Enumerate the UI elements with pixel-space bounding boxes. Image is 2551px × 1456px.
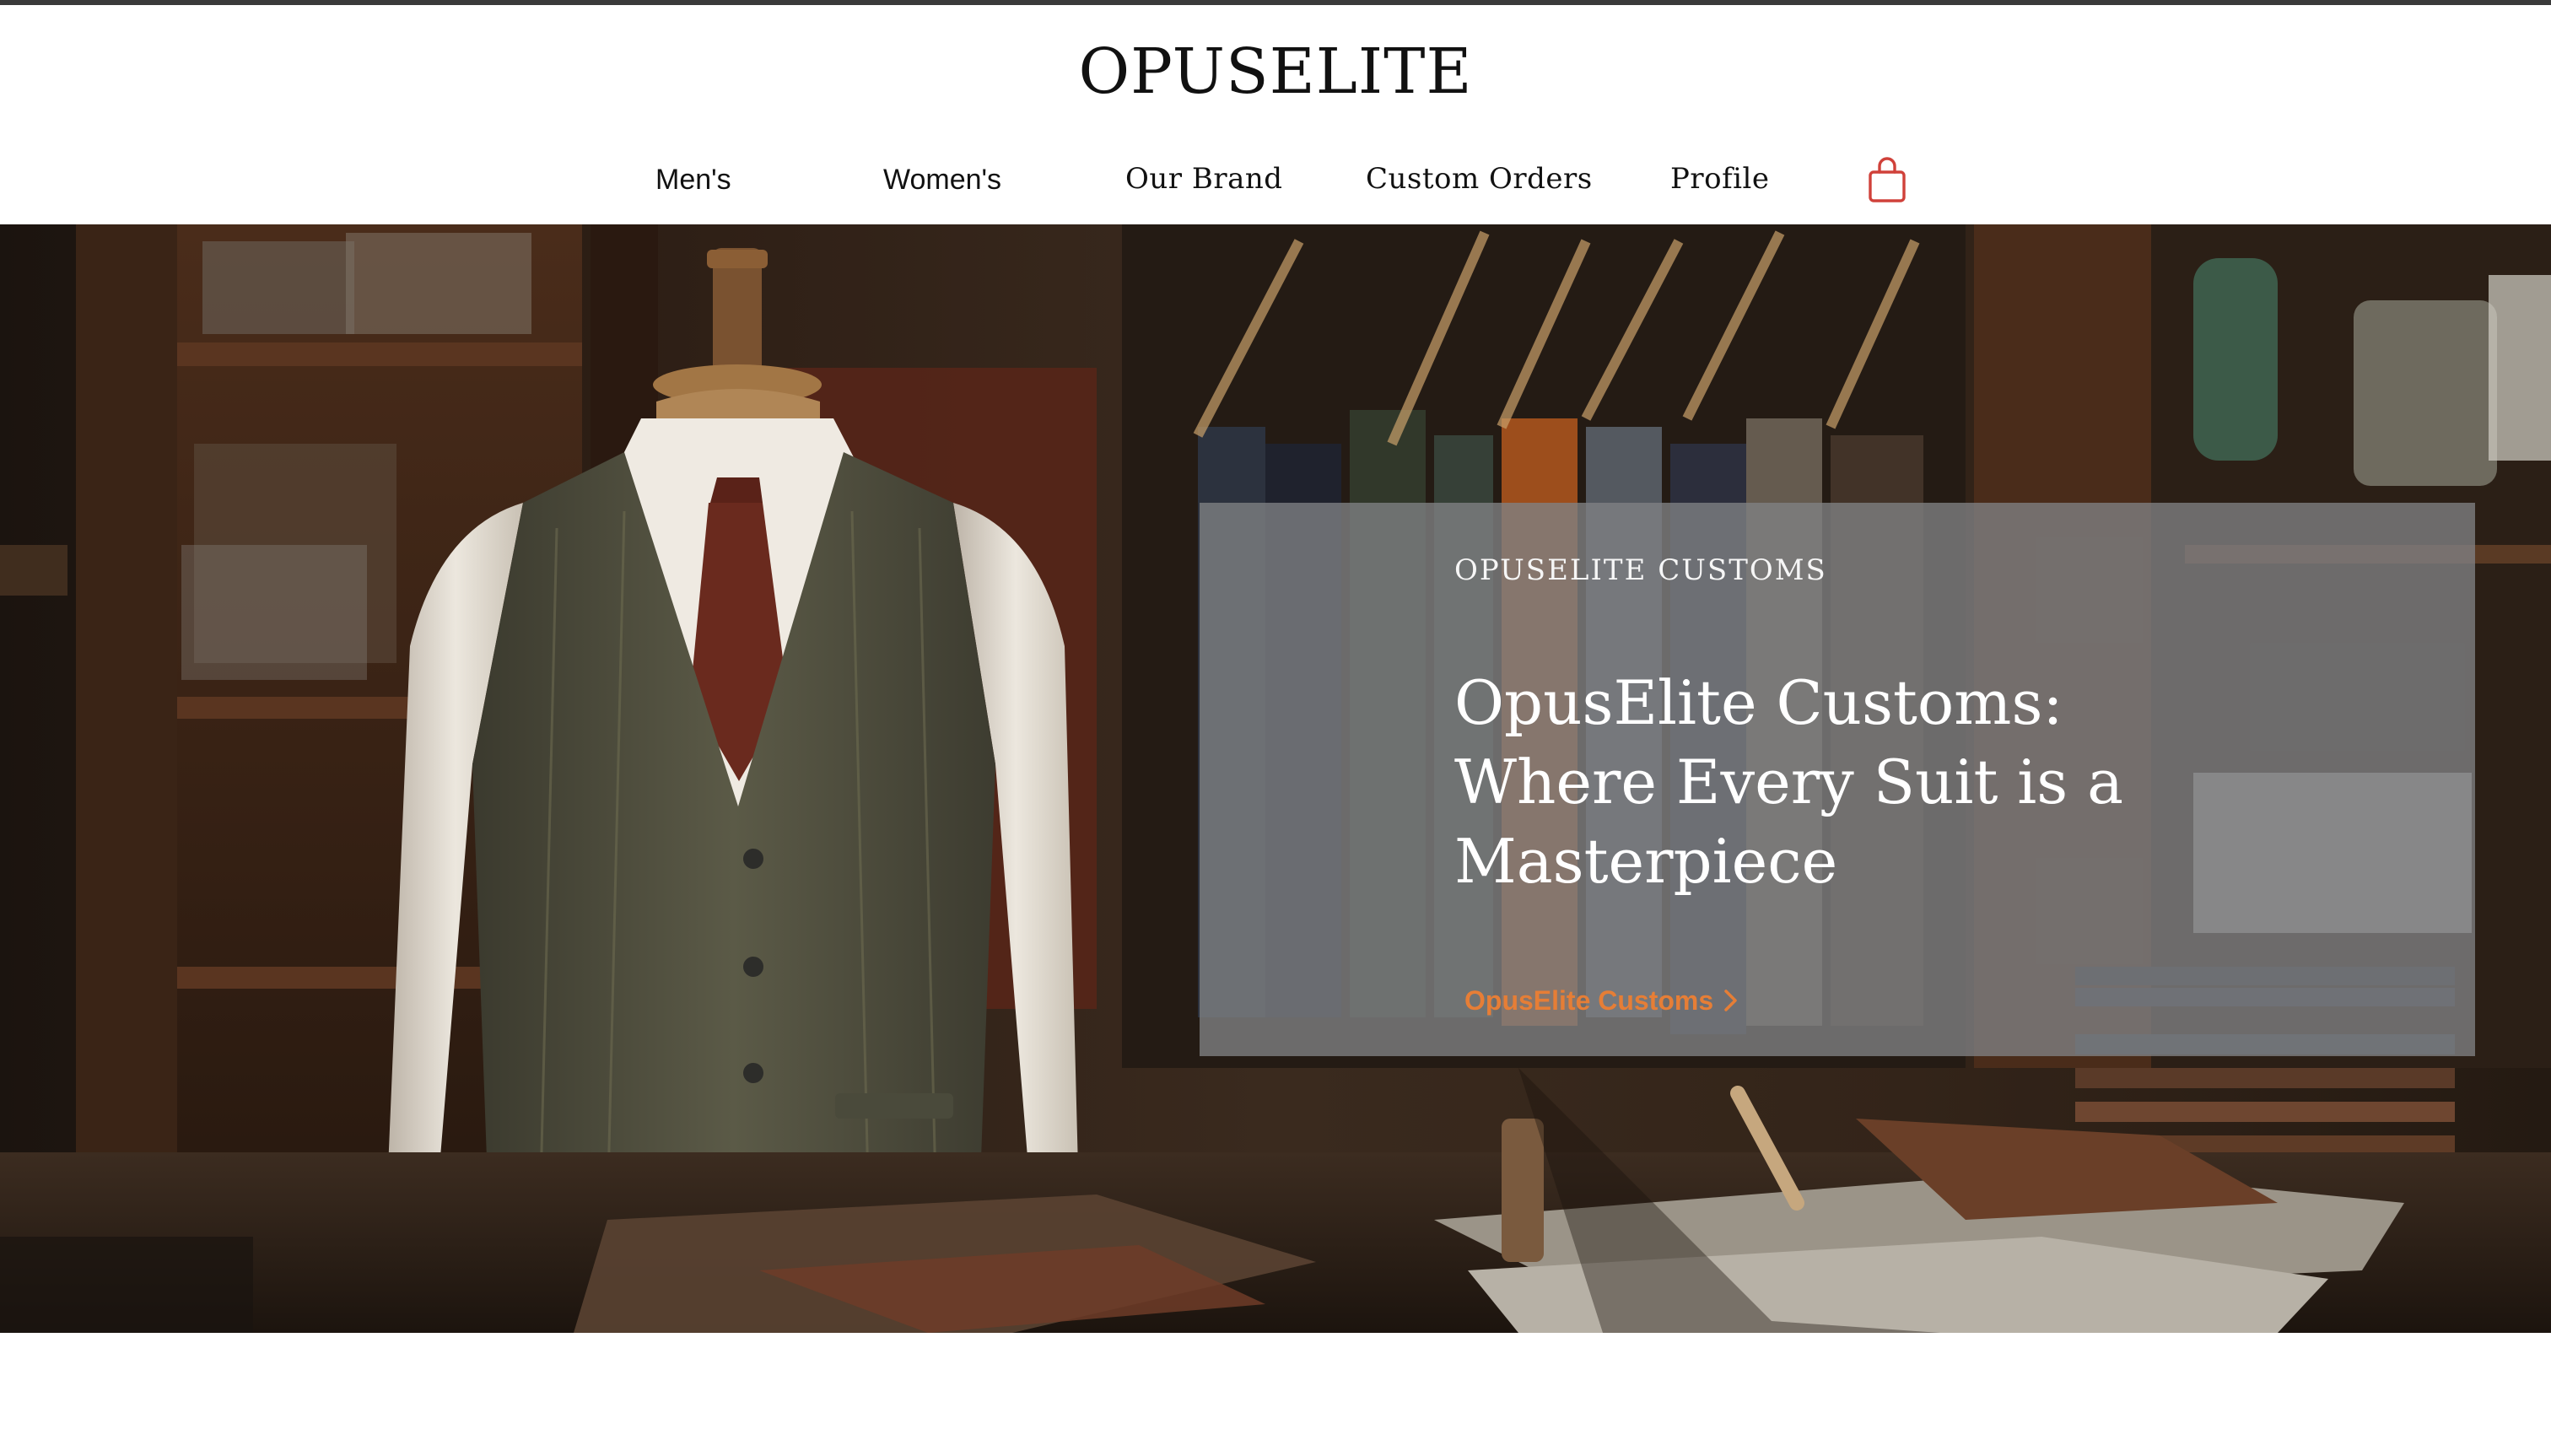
- hero-cta-link[interactable]: OpusElite Customs: [1464, 985, 1740, 1017]
- hero-overlay-card: OPUSELITE CUSTOMS OpusElite Customs: Whe…: [1200, 503, 2475, 1056]
- brand-logo[interactable]: OPUSELITE: [0, 35, 2551, 108]
- hero-kicker: OPUSELITE CUSTOMS: [1454, 553, 1827, 587]
- nav-item-womens[interactable]: Women's: [883, 164, 1001, 197]
- nav-item-mens[interactable]: Men's: [655, 164, 731, 197]
- site-header: OPUSELITE Men's Women's Our Brand Custom…: [0, 5, 2551, 224]
- hero-section: OPUSELITE CUSTOMS OpusElite Customs: Whe…: [0, 224, 2551, 1333]
- hero-headline: OpusElite Customs: Where Every Suit is a…: [1454, 667, 2124, 897]
- nav-item-custom-orders[interactable]: Custom Orders: [1366, 162, 1593, 196]
- hero-cta-label: OpusElite Customs: [1464, 985, 1714, 1016]
- nav-item-profile[interactable]: Profile: [1670, 162, 1770, 196]
- nav-item-our-brand[interactable]: Our Brand: [1125, 162, 1283, 196]
- shopping-bag-icon[interactable]: [1866, 155, 1908, 204]
- chevron-right-icon: [1722, 988, 1740, 1013]
